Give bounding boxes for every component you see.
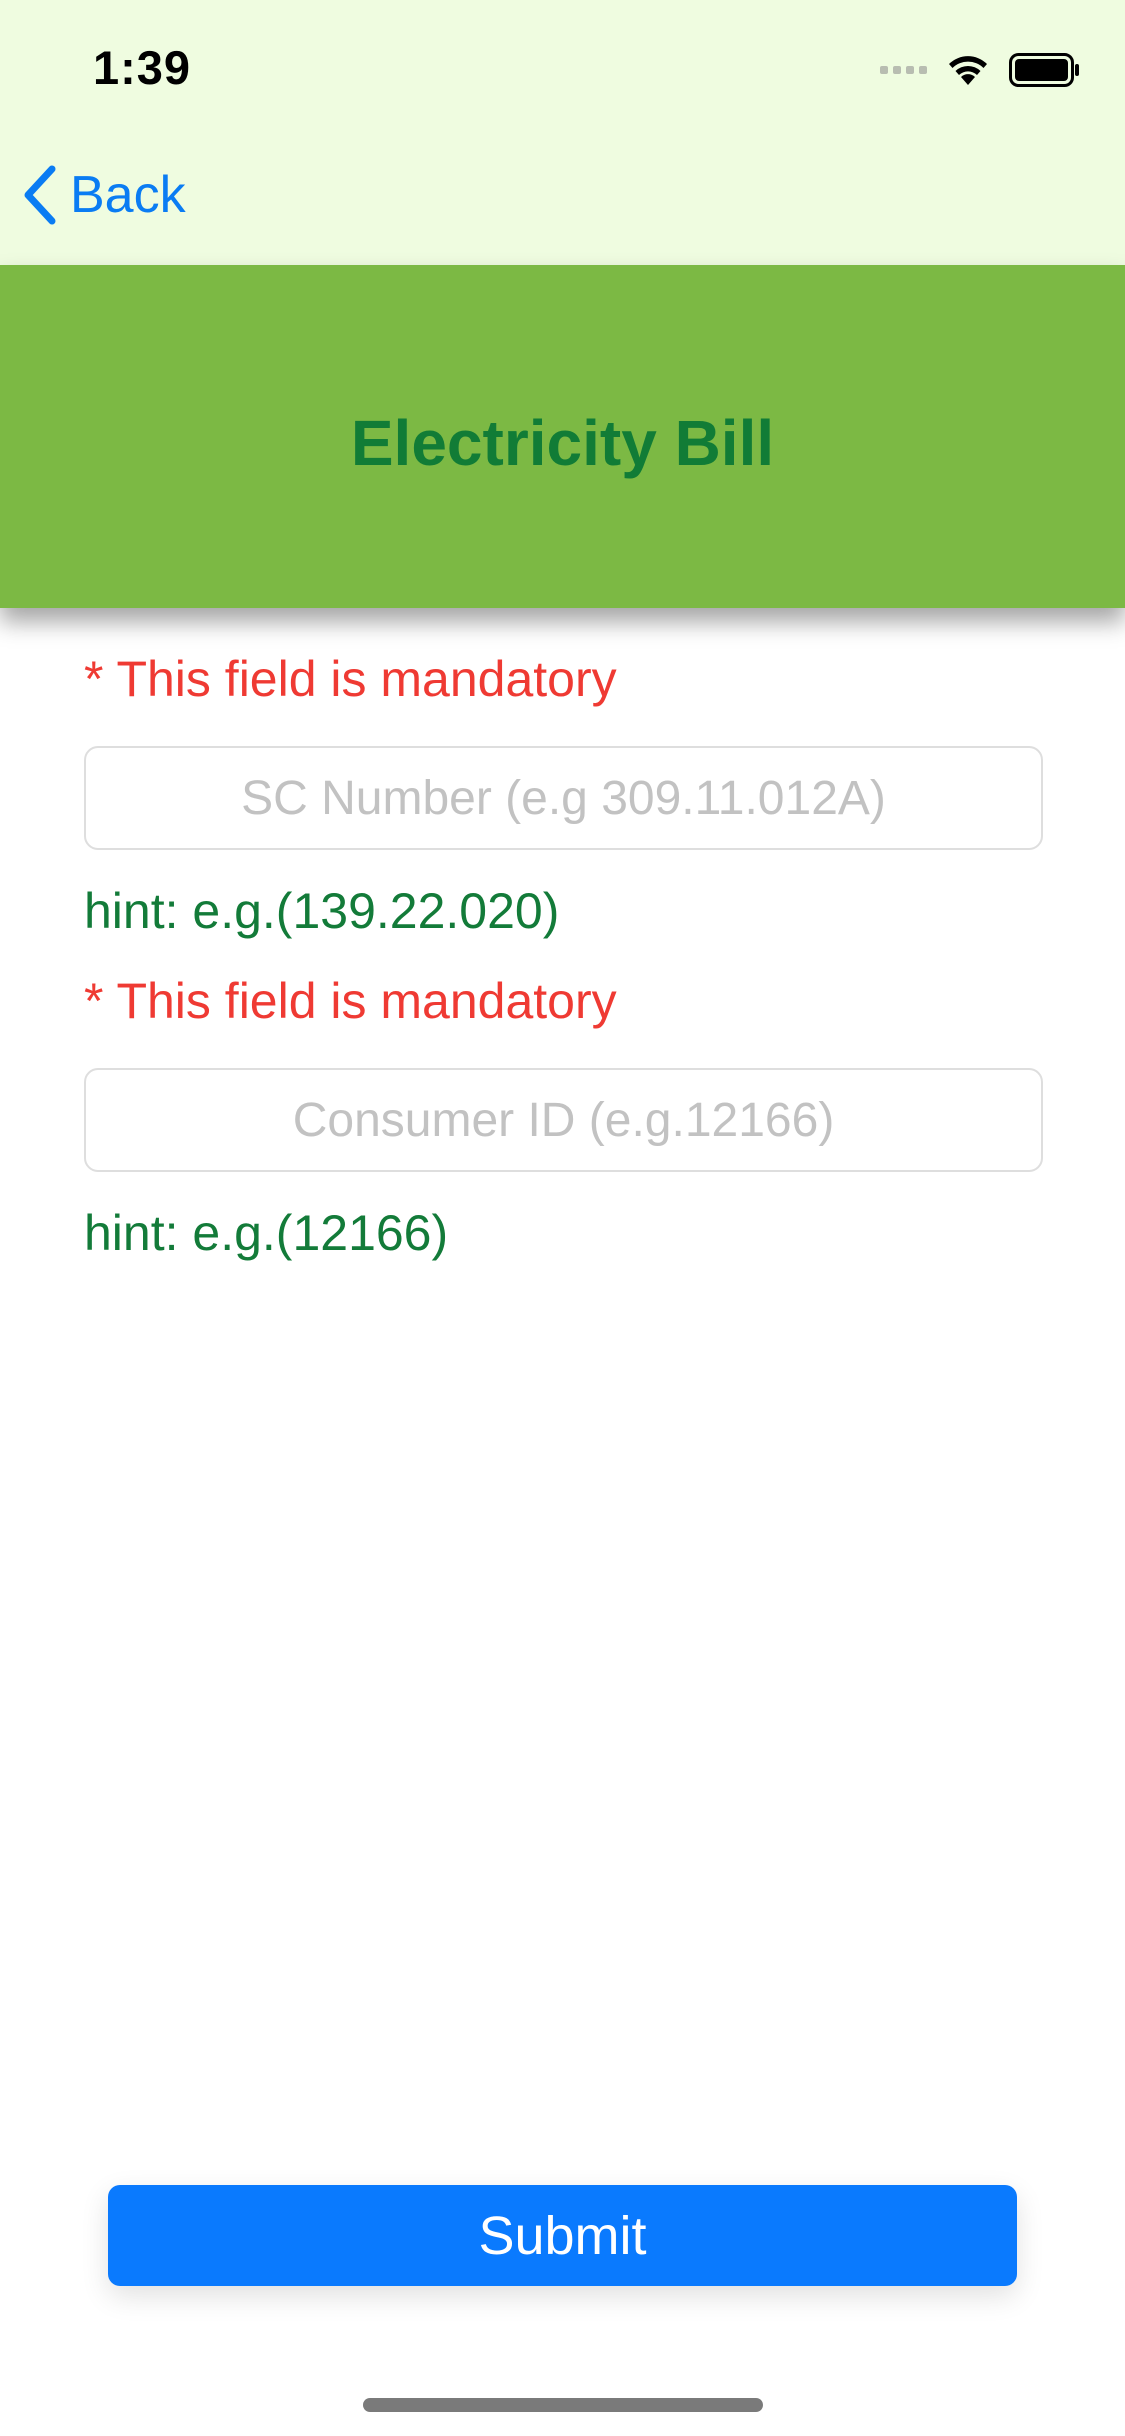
status-time: 1:39 — [93, 41, 192, 94]
submit-button[interactable]: Submit — [108, 2185, 1017, 2286]
home-indicator[interactable] — [363, 2398, 763, 2412]
cellular-signal-icon — [880, 66, 927, 74]
back-label: Back — [70, 166, 186, 224]
consumer-id-field-group: * This field is mandatory hint: e.g.(121… — [84, 968, 1043, 1266]
page-title: Electricity Bill — [350, 406, 775, 479]
back-button[interactable]: Back — [22, 165, 186, 225]
wifi-icon — [949, 56, 987, 85]
page-header: Electricity Bill — [0, 265, 1125, 608]
consumer-id-hint: hint: e.g.(12166) — [84, 1205, 449, 1261]
top-bar: 1:39 Back — [0, 0, 1125, 265]
status-icons — [880, 50, 1081, 90]
sc-number-input-container — [84, 746, 1043, 850]
sc-number-hint: hint: e.g.(139.22.020) — [84, 883, 560, 939]
consumer-id-input-container — [84, 1068, 1043, 1172]
consumer-id-input[interactable] — [86, 1069, 1041, 1171]
battery-icon — [1009, 53, 1079, 87]
sc-number-input[interactable] — [86, 747, 1041, 849]
electricity-bill-screen: 1:39 Back Electricity Bill * This field … — [0, 0, 1125, 2436]
chevron-left-icon — [24, 165, 56, 225]
consumer-id-mandatory-label: * This field is mandatory — [84, 973, 617, 1029]
sc-number-mandatory-label: * This field is mandatory — [84, 651, 617, 707]
sc-number-field-group: * This field is mandatory hint: e.g.(139… — [84, 646, 1043, 944]
